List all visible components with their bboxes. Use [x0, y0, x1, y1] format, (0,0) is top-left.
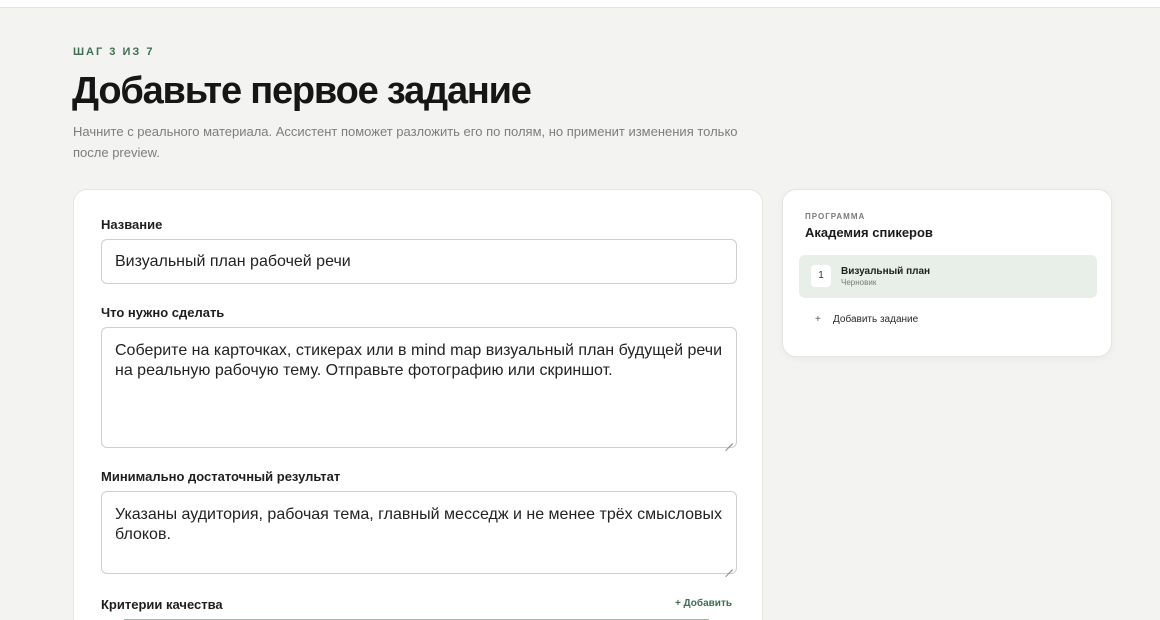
page-title: Добавьте первое задание [72, 70, 532, 112]
task-item-name: Визуальный план [841, 266, 931, 277]
task-item-status: Черновик [841, 278, 877, 287]
step-indicator: ШАГ 3 ИЗ 7 [73, 46, 155, 58]
task-list-item[interactable]: 1 Визуальный план Черновик [799, 255, 1097, 298]
program-kicker: ПРОГРАММА [805, 212, 866, 221]
task-number: 1 [811, 265, 831, 287]
add-criterion-button[interactable]: + Добавить [675, 598, 732, 609]
resize-handle-icon[interactable] [725, 562, 733, 570]
add-task-label: Добавить задание [833, 314, 919, 325]
program-panel: ПРОГРАММА Академия спикеров 1 Визуальный… [782, 189, 1112, 357]
page-subtitle: Начните с реального материала. Ассистент… [73, 124, 738, 160]
name-input[interactable]: Визуальный план рабочей речи [101, 239, 737, 284]
task-label: Что нужно сделать [101, 305, 225, 320]
result-textarea[interactable]: Указаны аудитория, рабочая тема, главный… [101, 491, 737, 574]
top-bar [0, 0, 1160, 8]
task-text: Соберите на карточках, стикерах или в mi… [115, 342, 722, 379]
task-form-card: Название Визуальный план рабочей речи Чт… [73, 189, 763, 620]
name-label: Название [101, 217, 163, 232]
plus-icon: + [815, 314, 821, 325]
add-task-button[interactable]: + Добавить задание [815, 314, 918, 325]
task-textarea[interactable]: Соберите на карточках, стикерах или в mi… [101, 327, 737, 448]
criteria-label: Критерии качества [101, 597, 223, 612]
result-text: Указаны аудитория, рабочая тема, главный… [115, 506, 723, 543]
program-title: Академия спикеров [805, 225, 933, 240]
resize-handle-icon[interactable] [725, 436, 733, 444]
result-label: Минимально достаточный результат [101, 469, 341, 484]
